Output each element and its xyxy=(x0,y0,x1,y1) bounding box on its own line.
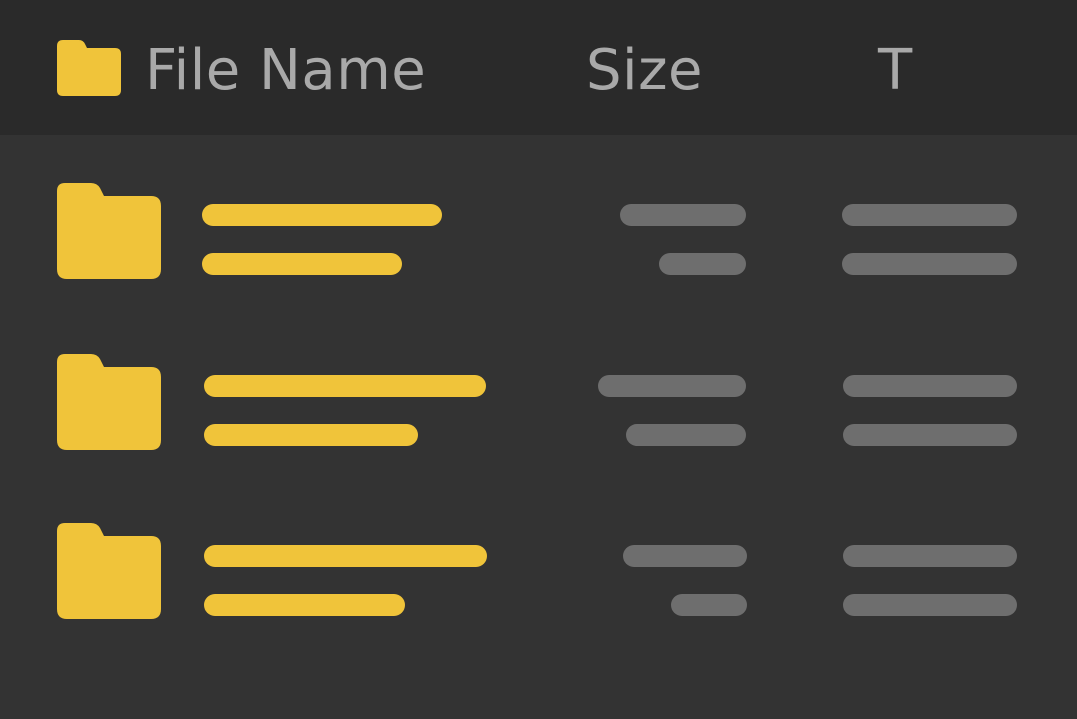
size-placeholder xyxy=(623,545,747,567)
column-header-type[interactable]: T xyxy=(878,38,913,104)
column-header-bar: File Name Size T xyxy=(0,0,1077,135)
file-detail-placeholder xyxy=(204,424,418,446)
size-placeholder xyxy=(598,375,746,397)
column-header-size[interactable]: Size xyxy=(586,38,703,104)
size-detail-placeholder xyxy=(626,424,746,446)
column-header-file-name[interactable]: File Name xyxy=(145,38,426,104)
size-detail-placeholder xyxy=(671,594,747,616)
folder-icon xyxy=(57,523,161,619)
type-detail-placeholder xyxy=(842,253,1017,275)
file-name-placeholder xyxy=(202,204,442,226)
file-detail-placeholder xyxy=(204,594,405,616)
size-detail-placeholder xyxy=(659,253,746,275)
type-detail-placeholder xyxy=(843,424,1017,446)
type-detail-placeholder xyxy=(843,594,1017,616)
file-row[interactable] xyxy=(0,183,1077,293)
file-row[interactable] xyxy=(0,523,1077,633)
file-name-placeholder xyxy=(204,545,487,567)
size-placeholder xyxy=(620,204,746,226)
folder-icon xyxy=(57,354,161,450)
file-name-placeholder xyxy=(204,375,486,397)
type-placeholder xyxy=(842,204,1017,226)
type-placeholder xyxy=(843,545,1017,567)
type-placeholder xyxy=(843,375,1017,397)
folder-icon xyxy=(57,183,161,279)
file-detail-placeholder xyxy=(202,253,402,275)
file-row[interactable] xyxy=(0,354,1077,464)
file-browser-window: File Name Size T xyxy=(0,0,1077,719)
folder-icon xyxy=(57,40,121,96)
